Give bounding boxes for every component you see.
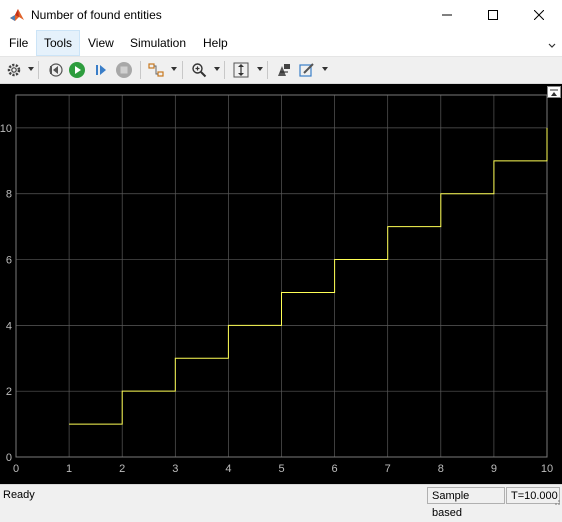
toolbar xyxy=(0,57,562,84)
x-tick-label: 8 xyxy=(438,463,444,475)
y-tick-label: 8 xyxy=(6,189,12,201)
title-bar: Number of found entities xyxy=(0,0,562,30)
x-tick-label: 2 xyxy=(119,463,125,475)
signal-select-icon[interactable] xyxy=(274,59,294,81)
y-tick-label: 6 xyxy=(6,255,12,267)
maximize-button[interactable] xyxy=(470,0,516,30)
x-tick-label: 1 xyxy=(66,463,72,475)
x-tick-label: 6 xyxy=(332,463,338,475)
y-tick-label: 2 xyxy=(6,386,12,398)
style-dropdown-icon[interactable] xyxy=(322,67,328,71)
menu-expand-icon[interactable] xyxy=(548,38,556,52)
window-title: Number of found entities xyxy=(31,8,162,22)
resize-grip-icon[interactable] xyxy=(551,496,561,506)
settings-dropdown-icon[interactable] xyxy=(28,67,34,71)
menu-view[interactable]: View xyxy=(81,30,121,56)
stop-icon[interactable] xyxy=(114,59,134,81)
autoscale-icon[interactable] xyxy=(231,59,251,81)
x-tick-label: 10 xyxy=(541,463,553,475)
run-icon[interactable] xyxy=(67,59,87,81)
menu-help[interactable]: Help xyxy=(196,30,235,56)
sample-mode-label: Sample based xyxy=(427,487,505,519)
step-back-icon[interactable] xyxy=(45,59,65,81)
status-bar: Ready Sample based T=10.000 xyxy=(0,484,562,519)
x-tick-label: 3 xyxy=(172,463,178,475)
y-tick-label: 0 xyxy=(6,452,12,464)
x-tick-label: 4 xyxy=(225,463,231,475)
y-tick-label: 4 xyxy=(6,320,12,332)
menu-simulation[interactable]: Simulation xyxy=(123,30,193,56)
status-ready: Ready xyxy=(3,489,35,501)
highlight-block-icon[interactable] xyxy=(146,59,166,81)
autoscale-dropdown-icon[interactable] xyxy=(257,67,263,71)
menu-tools[interactable]: Tools xyxy=(36,30,81,56)
step-forward-icon[interactable] xyxy=(91,59,111,81)
zoom-icon[interactable] xyxy=(189,59,209,81)
series-line xyxy=(69,127,548,425)
undock-icon[interactable] xyxy=(547,86,561,98)
menu-file[interactable]: File xyxy=(2,30,35,56)
x-tick-label: 9 xyxy=(491,463,497,475)
gear-icon[interactable] xyxy=(4,59,24,81)
minimize-button[interactable] xyxy=(424,0,470,30)
x-tick-label: 0 xyxy=(13,463,19,475)
x-tick-label: 5 xyxy=(278,463,284,475)
x-tick-label: 7 xyxy=(385,463,391,475)
scope-plot[interactable]: 0 1 2 3 4 5 6 7 8 9 10 0 2 4 6 8 10 xyxy=(0,84,562,484)
close-button[interactable] xyxy=(516,0,562,30)
y-tick-label: 10 xyxy=(0,123,12,135)
highlight-dropdown-icon[interactable] xyxy=(171,67,177,71)
style-icon[interactable] xyxy=(297,59,317,81)
menu-bar: File Tools View Simulation Help xyxy=(0,30,562,57)
zoom-dropdown-icon[interactable] xyxy=(214,67,220,71)
matlab-logo-icon xyxy=(9,7,25,23)
scope-chart: 0 1 2 3 4 5 6 7 8 9 10 0 2 4 6 8 10 xyxy=(0,94,553,475)
